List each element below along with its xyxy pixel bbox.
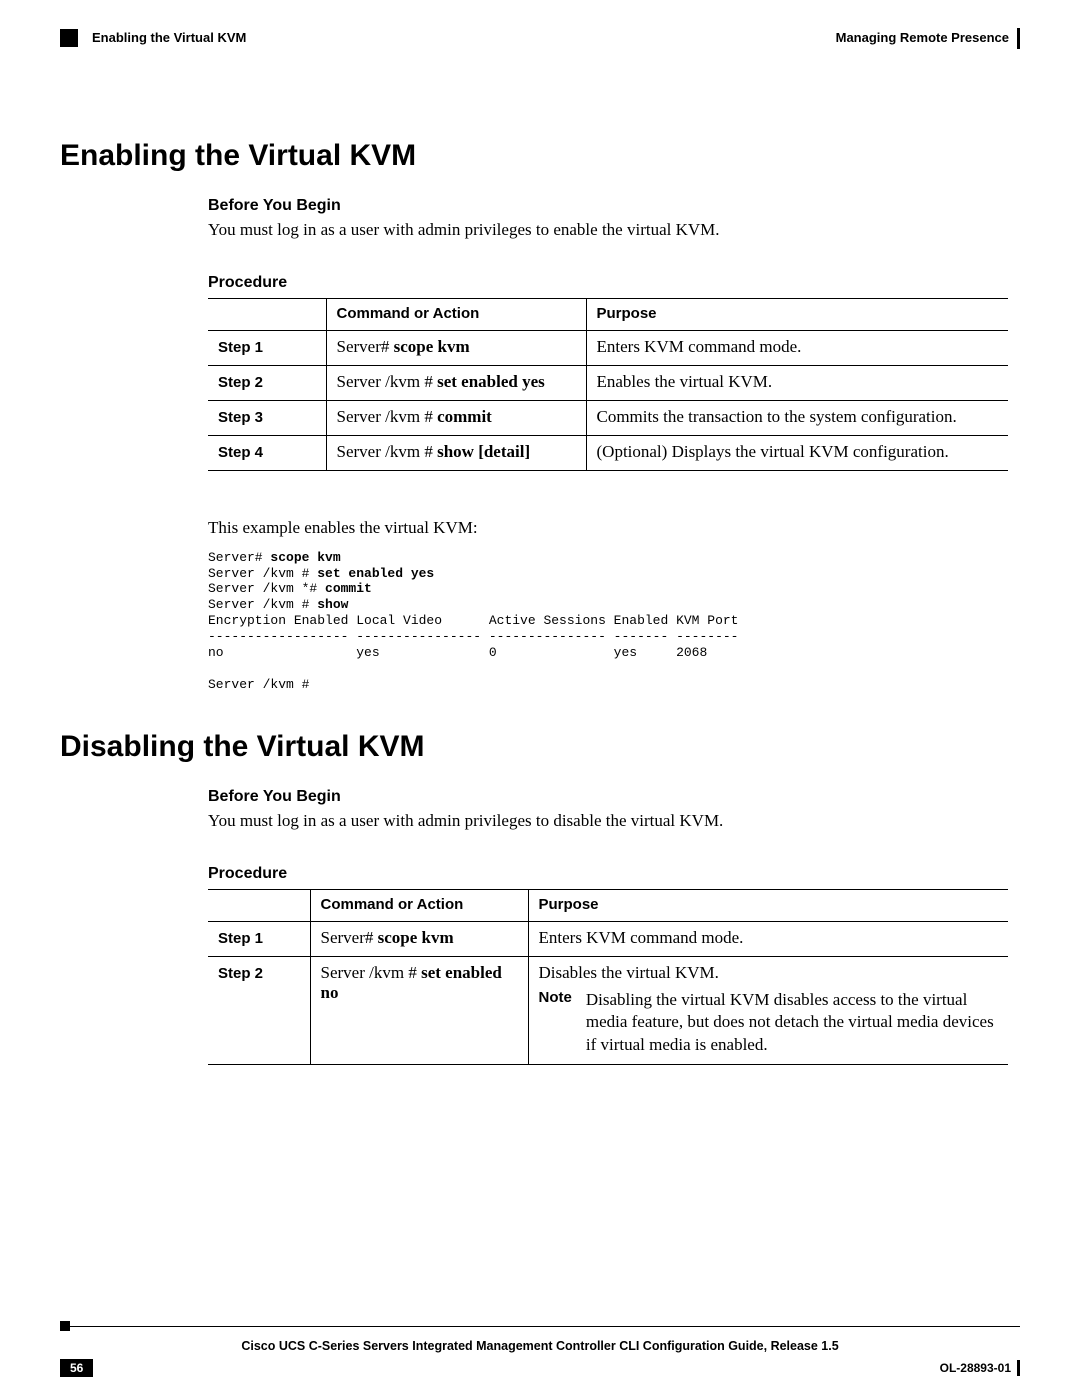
example-intro: This example enables the virtual KVM: bbox=[208, 517, 1008, 540]
col-command: Command or Action bbox=[310, 890, 528, 922]
procedure-heading: Procedure bbox=[208, 274, 1008, 292]
table-row: Step 2 Server /kvm # set enabled yes Ena… bbox=[208, 365, 1008, 400]
document-number: OL-28893-01 bbox=[940, 1360, 1020, 1377]
col-purpose: Purpose bbox=[586, 298, 1008, 330]
note-label: Note bbox=[539, 989, 586, 1006]
footer-title: Cisco UCS C-Series Servers Integrated Ma… bbox=[60, 1339, 1020, 1353]
step-label: Step 1 bbox=[218, 339, 263, 356]
procedure-heading-2: Procedure bbox=[208, 865, 1008, 883]
footer-rule bbox=[60, 1321, 1020, 1331]
table-row: Step 2 Server /kvm # set enabled no Disa… bbox=[208, 957, 1008, 1064]
header-right-text: Managing Remote Presence bbox=[836, 28, 1020, 49]
page-number: 56 bbox=[60, 1359, 93, 1377]
header-mark-icon bbox=[60, 29, 78, 47]
col-step bbox=[208, 890, 310, 922]
table-row: Step 1 Server# scope kvm Enters KVM comm… bbox=[208, 922, 1008, 957]
procedure-table-enable: Command or Action Purpose Step 1 Server#… bbox=[208, 298, 1008, 471]
before-you-begin-heading-2: Before You Begin bbox=[208, 788, 1008, 806]
before-you-begin-text: You must log in as a user with admin pri… bbox=[208, 219, 1008, 242]
note-text: Disabling the virtual KVM disables acces… bbox=[586, 989, 998, 1055]
col-step bbox=[208, 298, 326, 330]
col-command: Command or Action bbox=[326, 298, 586, 330]
before-you-begin-heading: Before You Begin bbox=[208, 197, 1008, 215]
header-left-text: Enabling the Virtual KVM bbox=[92, 28, 246, 49]
page-header: Enabling the Virtual KVM Managing Remote… bbox=[60, 28, 1020, 49]
col-purpose: Purpose bbox=[528, 890, 1008, 922]
table-row: Step 4 Server /kvm # show [detail] (Opti… bbox=[208, 435, 1008, 470]
table-row: Step 1 Server# scope kvm Enters KVM comm… bbox=[208, 330, 1008, 365]
table-row: Step 3 Server /kvm # commit Commits the … bbox=[208, 400, 1008, 435]
code-sample-enable: Server# scope kvm Server /kvm # set enab… bbox=[208, 550, 1008, 693]
footer-dot-icon bbox=[60, 1321, 70, 1331]
section-title-disable-kvm: Disabling the Virtual KVM bbox=[60, 730, 1020, 764]
procedure-table-disable: Command or Action Purpose Step 1 Server#… bbox=[208, 889, 1008, 1064]
section-title-enable-kvm: Enabling the Virtual KVM bbox=[60, 139, 1020, 173]
before-you-begin-text-2: You must log in as a user with admin pri… bbox=[208, 810, 1008, 833]
